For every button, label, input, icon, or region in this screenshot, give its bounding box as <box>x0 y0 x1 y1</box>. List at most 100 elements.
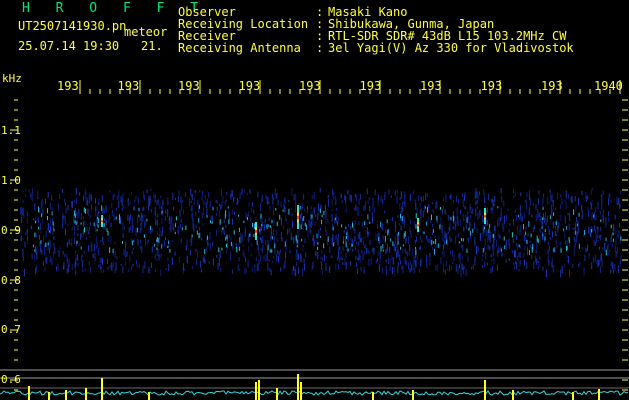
noise-speck <box>442 198 444 202</box>
noise-speck-bright <box>295 235 297 241</box>
noise-speck <box>237 198 239 205</box>
noise-speck <box>24 268 25 277</box>
noise-speck <box>88 245 90 252</box>
noise-speck <box>114 194 116 197</box>
noise-speck <box>160 268 162 276</box>
noise-speck-bright <box>415 213 417 219</box>
noise-speck <box>57 263 59 272</box>
noise-speck <box>63 214 65 220</box>
noise-speck <box>498 248 500 253</box>
noise-speck <box>419 210 421 214</box>
noise-speck-bright <box>566 246 568 250</box>
noise-speck <box>355 255 357 260</box>
noise-speck <box>345 207 347 213</box>
noise-speck <box>366 227 368 234</box>
noise-speck <box>460 209 461 214</box>
noise-speck <box>597 203 599 209</box>
noise-speck <box>490 268 492 274</box>
noise-speck <box>467 237 469 241</box>
noise-speck <box>385 249 387 255</box>
noise-speck <box>608 198 609 206</box>
noise-speck <box>366 248 368 255</box>
noise-speck <box>437 264 439 272</box>
noise-speck <box>180 218 182 223</box>
noise-speck <box>126 251 128 257</box>
noise-speck <box>238 257 240 262</box>
noise-speck <box>447 268 449 271</box>
noise-speck <box>449 236 451 243</box>
noise-speck-bright <box>271 236 273 240</box>
noise-speck <box>67 261 69 265</box>
noise-speck <box>234 196 236 199</box>
noise-speck <box>349 261 351 267</box>
noise-speck <box>408 236 410 245</box>
noise-speck <box>458 199 459 204</box>
noise-speck <box>204 195 206 201</box>
noise-speck-bright <box>367 214 369 220</box>
noise-speck <box>139 216 141 222</box>
noise-speck <box>552 248 554 252</box>
noise-speck <box>262 194 264 202</box>
noise-speck <box>22 199 24 203</box>
noise-speck <box>432 210 434 214</box>
noise-speck <box>451 238 453 242</box>
noise-speck <box>51 207 53 211</box>
noise-speck <box>264 239 266 246</box>
noise-speck <box>440 217 442 222</box>
noise-speck <box>377 250 379 257</box>
noise-speck <box>395 226 397 232</box>
noise-speck-bright <box>206 235 208 240</box>
noise-speck-bright <box>284 241 286 247</box>
noise-speck <box>404 223 406 228</box>
noise-speck <box>265 195 267 199</box>
noise-speck-bright <box>323 243 325 249</box>
noise-speck <box>516 243 518 247</box>
noise-speck <box>308 219 310 227</box>
noise-speck <box>168 264 170 272</box>
noise-speck-bright <box>311 214 313 219</box>
noise-speck-bright <box>85 208 86 214</box>
noise-speck <box>396 189 398 195</box>
noise-speck-bright <box>553 247 555 253</box>
noise-speck <box>21 209 23 216</box>
noise-speck <box>484 197 486 204</box>
noise-speck-bright <box>352 222 353 228</box>
noise-speck <box>557 225 559 231</box>
noise-speck <box>436 201 438 209</box>
power-peak <box>48 392 50 400</box>
noise-speck <box>114 268 116 273</box>
noise-speck-bright <box>497 206 499 209</box>
noise-speck <box>462 256 464 260</box>
noise-speck <box>107 266 109 270</box>
noise-speck <box>477 247 479 252</box>
noise-speck <box>564 232 566 239</box>
noise-speck <box>518 252 520 257</box>
noise-speck <box>35 248 37 252</box>
noise-speck <box>444 231 446 239</box>
noise-speck <box>134 205 136 211</box>
noise-speck <box>75 258 77 266</box>
noise-speck <box>388 188 390 195</box>
noise-speck <box>171 240 173 243</box>
noise-speck <box>124 253 126 258</box>
noise-speck <box>280 267 282 272</box>
noise-speck-bright <box>369 221 371 224</box>
noise-speck <box>255 257 257 261</box>
noise-speck <box>254 266 256 273</box>
noise-speck-bright <box>544 236 546 241</box>
noise-speck <box>385 259 387 262</box>
noise-speck <box>322 269 324 276</box>
noise-speck-bright <box>600 219 602 223</box>
noise-speck <box>461 245 463 249</box>
noise-speck-bright <box>236 246 238 253</box>
noise-speck-bright <box>212 206 214 211</box>
noise-speck-bright <box>591 228 593 233</box>
noise-speck <box>104 218 105 221</box>
noise-speck <box>287 228 289 235</box>
noise-speck <box>523 259 525 266</box>
noise-speck <box>77 253 79 261</box>
noise-speck <box>104 207 106 210</box>
noise-speck <box>335 263 337 271</box>
noise-speck <box>509 243 511 249</box>
noise-speck <box>260 236 262 241</box>
